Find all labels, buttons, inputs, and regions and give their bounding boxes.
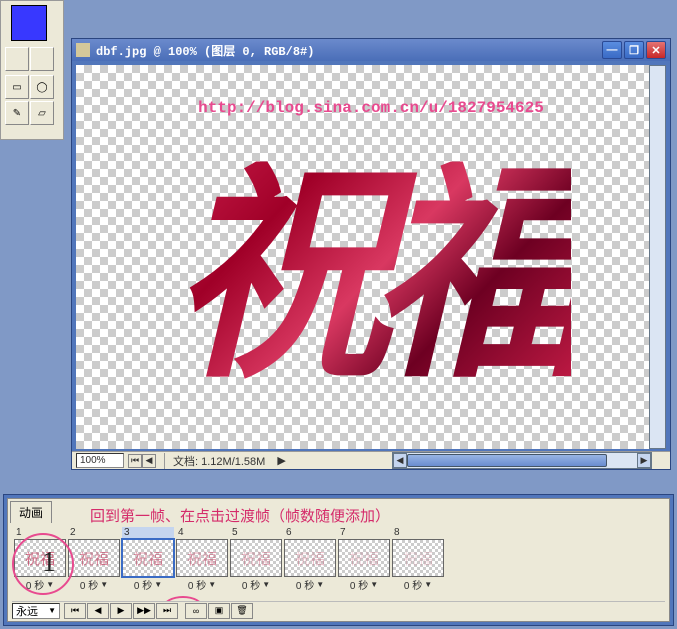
frame-delay[interactable]: 0 秒▼ — [176, 577, 228, 591]
hscroll-thumb[interactable] — [407, 454, 607, 467]
prev-frame-button[interactable]: ◀ — [87, 603, 109, 619]
annotation-text: 回到第一帧、在点击过渡帧（帧数随便添加） — [90, 505, 390, 526]
frame-number: 7 — [338, 527, 390, 539]
animation-frame[interactable]: 8 祝福 0 秒▼ — [392, 527, 444, 591]
chevron-down-icon: ▼ — [262, 580, 270, 589]
frame-thumbnail[interactable]: 祝福 — [284, 539, 336, 577]
chevron-down-icon: ▼ — [316, 580, 324, 589]
doc-nav-arrows: ⏮ ◀ — [128, 454, 156, 468]
frame-delay[interactable]: 0 秒▼ — [68, 577, 120, 591]
frame-thumb-text: 祝福 — [295, 548, 325, 569]
frame-thumb-text: 祝福 — [133, 548, 163, 569]
minimize-button[interactable]: — — [602, 41, 622, 59]
next-frame-button[interactable]: ▶▶ — [133, 603, 155, 619]
frame-thumbnail[interactable]: 祝福 — [392, 539, 444, 577]
frame-thumbnail[interactable]: 祝福 — [176, 539, 228, 577]
animation-tab[interactable]: 动画 — [10, 501, 52, 523]
document-titlebar[interactable]: dbf.jpg @ 100% (图层 0, RGB/8#) — ❐ ✕ — [72, 39, 670, 61]
frame-number: 5 — [230, 527, 282, 539]
chevron-down-icon: ▼ — [100, 580, 108, 589]
animation-controls: 永远 ▼ ⏮ ◀ ▶ ▶▶ ⏭ ∞ ▣ 🗑 — [12, 601, 665, 619]
zoom-input[interactable]: 100% — [76, 453, 124, 468]
frame-thumbnail[interactable]: 祝福 — [14, 539, 66, 577]
frame-number: 1 — [14, 527, 66, 539]
new-frame-button[interactable]: ▣ — [208, 603, 230, 619]
frame-thumbnail[interactable]: 祝福 — [338, 539, 390, 577]
document-icon — [76, 43, 90, 57]
frame-number: 8 — [392, 527, 444, 539]
frame-thumb-text: 祝福 — [187, 548, 217, 569]
shape-tool[interactable]: ▱ — [30, 101, 54, 125]
frame-delay[interactable]: 0 秒▼ — [122, 577, 174, 591]
document-window: dbf.jpg @ 100% (图层 0, RGB/8#) — ❐ ✕ http… — [71, 38, 671, 470]
loop-mode-select[interactable]: 永远 ▼ — [12, 603, 60, 619]
frame-thumb-text: 祝福 — [403, 548, 433, 569]
swatch-mini-2[interactable] — [30, 47, 54, 71]
close-button[interactable]: ✕ — [646, 41, 666, 59]
frame-thumb-text: 祝福 — [79, 548, 109, 569]
document-statusbar: 100% ⏮ ◀ 文档: 1.12M/1.58M ▶ ◀ ▶ — [72, 451, 670, 469]
chevron-down-icon: ▼ — [424, 580, 432, 589]
frame-thumbnail[interactable]: 祝福 — [230, 539, 282, 577]
animation-frame[interactable]: 6 祝福 0 秒▼ — [284, 527, 336, 591]
animation-frame[interactable]: 7 祝福 0 秒▼ — [338, 527, 390, 591]
calligraphy-artwork: 祝福 — [76, 115, 666, 439]
frame-number: 2 — [68, 527, 120, 539]
frame-delay[interactable]: 0 秒▼ — [392, 577, 444, 591]
hscroll-right-icon[interactable]: ▶ — [637, 453, 651, 468]
frame-thumbnail[interactable]: 祝福 — [68, 539, 120, 577]
frame-thumb-text: 祝福 — [349, 548, 379, 569]
tool-options-palette: ▭ ◯ ✎ ▱ — [0, 0, 64, 140]
pen-tool[interactable]: ✎ — [5, 101, 29, 125]
marquee-rect-tool[interactable]: ▭ — [5, 75, 29, 99]
frame-number: 6 — [284, 527, 336, 539]
calligraphy-text: 祝福 — [171, 162, 571, 393]
vertical-scrollbar[interactable] — [649, 65, 666, 449]
doc-info-label: 文档: 1.12M/1.58M — [164, 453, 273, 469]
chevron-down-icon: ▼ — [370, 580, 378, 589]
nav-prev-icon[interactable]: ◀ — [142, 454, 156, 468]
hscroll-left-icon[interactable]: ◀ — [393, 453, 407, 468]
frame-delay[interactable]: 0 秒▼ — [284, 577, 336, 591]
maximize-button[interactable]: ❐ — [624, 41, 644, 59]
delete-frame-button[interactable]: 🗑 — [231, 603, 253, 619]
horizontal-scrollbar[interactable]: ◀ ▶ — [392, 452, 652, 469]
frame-number: 3 — [122, 527, 174, 539]
last-frame-button[interactable]: ⏭ — [156, 603, 178, 619]
frame-thumbnail[interactable]: 祝福 — [122, 539, 174, 577]
frames-strip: 1 祝福 0 秒▼ 2 祝福 0 秒▼ 3 祝福 0 秒▼ 4 祝福 0 秒▼ 5 祝福 0 秒▼ 6 祝福 0 … — [14, 527, 663, 593]
frame-delay[interactable]: 0 秒▼ — [338, 577, 390, 591]
frame-thumb-text: 祝福 — [241, 548, 271, 569]
animation-frame[interactable]: 1 祝福 0 秒▼ — [14, 527, 66, 591]
nav-first-icon[interactable]: ⏮ — [128, 454, 142, 468]
canvas-area[interactable]: http://blog.sina.com.cn/u/1827954625 祝福 — [76, 65, 666, 449]
chevron-down-icon: ▼ — [46, 580, 54, 589]
doc-info-chevron-icon[interactable]: ▶ — [277, 454, 285, 467]
frame-delay[interactable]: 0 秒▼ — [230, 577, 282, 591]
frame-thumb-text: 祝福 — [25, 548, 55, 569]
marquee-ellipse-tool[interactable]: ◯ — [30, 75, 54, 99]
chevron-down-icon: ▼ — [154, 580, 162, 589]
play-button[interactable]: ▶ — [110, 603, 132, 619]
first-frame-button[interactable]: ⏮ — [64, 603, 86, 619]
swatch-mini-1[interactable] — [5, 47, 29, 71]
tween-button[interactable]: ∞ — [185, 603, 207, 619]
chevron-down-icon: ▼ — [208, 580, 216, 589]
animation-frame[interactable]: 5 祝福 0 秒▼ — [230, 527, 282, 591]
animation-frame[interactable]: 3 祝福 0 秒▼ — [122, 527, 174, 591]
document-title: dbf.jpg @ 100% (图层 0, RGB/8#) — [96, 42, 602, 59]
foreground-color-swatch[interactable] — [11, 5, 47, 41]
animation-frame[interactable]: 4 祝福 0 秒▼ — [176, 527, 228, 591]
animation-panel: 动画 回到第一帧、在点击过渡帧（帧数随便添加） 1 祝福 0 秒▼ 2 祝福 0 秒▼ 3 祝… — [3, 494, 674, 626]
chevron-down-icon: ▼ — [48, 606, 56, 615]
frame-delay[interactable]: 0 秒▼ — [14, 577, 66, 591]
frame-number: 4 — [176, 527, 228, 539]
animation-frame[interactable]: 2 祝福 0 秒▼ — [68, 527, 120, 591]
